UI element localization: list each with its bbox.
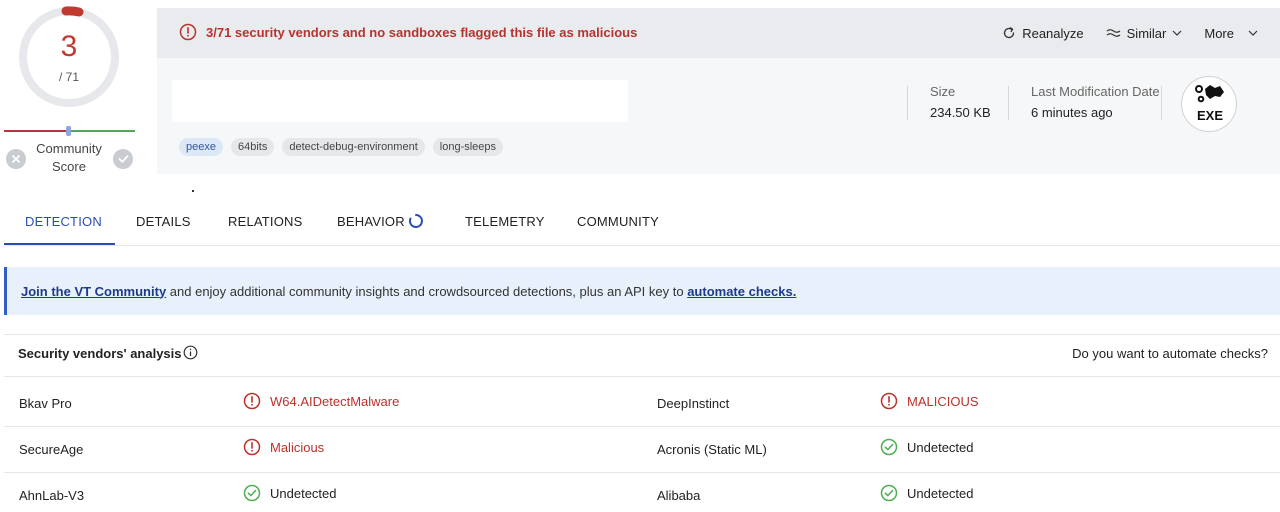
detection-score-widget: 3 / 71 Community Score <box>0 0 140 180</box>
reanalyze-label: Reanalyze <box>1022 25 1084 41</box>
vendor-result-label: Malicious <box>270 439 325 455</box>
vendor-result: W64.AIDetectMalware <box>243 392 399 410</box>
check-icon <box>118 155 128 163</box>
check-circle-icon <box>880 484 898 502</box>
similar-dropdown[interactable]: Similar <box>1106 26 1183 41</box>
detection-alert-bar: 3/71 security vendors and no sandboxes f… <box>157 8 1280 58</box>
more-label: More <box>1204 25 1234 41</box>
community-bar-knob <box>66 126 71 136</box>
vendor-result: Undetected <box>243 484 337 502</box>
similar-icon <box>1106 29 1121 37</box>
join-community-link[interactable]: Join the VT Community <box>21 284 166 299</box>
vendor-result-label: Undetected <box>907 439 974 455</box>
vendors-header: Security vendors' analysis Do you want t… <box>4 335 1280 377</box>
community-bar-malicious <box>4 130 68 132</box>
file-size: Size 234.50 KB <box>930 84 991 120</box>
vendor-result: Malicious <box>243 438 324 456</box>
vendor-name: Alibaba <box>657 488 701 503</box>
alert-circle-icon <box>243 438 261 456</box>
vendors-title: Security vendors' analysis <box>18 346 182 361</box>
file-type-icon: EXE <box>1181 76 1237 132</box>
tab-telemetry[interactable]: TELEMETRY <box>465 214 545 229</box>
info-icon[interactable] <box>183 345 198 360</box>
vendor-name: Bkav Pro <box>19 396 72 411</box>
vendor-result-label: MALICIOUS <box>907 393 979 409</box>
vote-malicious-button[interactable] <box>6 149 26 169</box>
vendor-name: DeepInstinct <box>657 396 730 411</box>
automate-checks-link[interactable]: automate checks. <box>687 284 796 299</box>
size-label: Size <box>930 84 956 99</box>
tab-bar: DETECTION DETAILS RELATIONS BEHAVIOR TEL… <box>4 200 1280 246</box>
alert-text: 3/71 security vendors and no sandboxes f… <box>206 25 638 40</box>
tab-detection[interactable]: DETECTION <box>25 214 102 229</box>
vendor-result: Undetected <box>880 438 974 456</box>
tab-details[interactable]: DETAILS <box>136 214 191 229</box>
mod-label: Last Modification Date <box>1031 84 1160 99</box>
tab-community[interactable]: COMMUNITY <box>577 214 659 229</box>
meta-divider <box>1161 86 1162 120</box>
more-dropdown[interactable]: More <box>1204 26 1258 41</box>
dot-marker <box>192 190 194 192</box>
tag-64bits[interactable]: 64bits <box>230 138 275 156</box>
vendor-name: Acronis (Static ML) <box>657 442 767 457</box>
vendor-result: MALICIOUS <box>880 392 979 410</box>
community-score-label: Community Score <box>36 141 102 174</box>
chevron-down-icon <box>1172 30 1182 36</box>
vendor-result: Undetected <box>880 484 974 502</box>
tab-behavior[interactable]: BEHAVIOR <box>337 214 405 229</box>
score-value: 3 <box>60 30 78 63</box>
active-tab-indicator <box>4 243 115 245</box>
alert-circle-icon <box>179 23 197 41</box>
chevron-down-icon <box>1248 30 1258 36</box>
size-value: 234.50 KB <box>930 105 991 120</box>
tag-long-sleeps[interactable]: long-sleeps <box>432 138 504 156</box>
file-actions: Reanalyze Similar More <box>1002 8 1280 58</box>
reanalyze-button[interactable]: Reanalyze <box>1002 25 1084 41</box>
vendor-result-label: W64.AIDetectMalware <box>270 393 400 409</box>
tag-peexe[interactable]: peexe <box>179 138 223 156</box>
vendor-rows: Bkav Pro W64.AIDetectMalware DeepInstinct M… <box>4 381 1280 512</box>
vendor-result-label: Undetected <box>907 485 974 501</box>
vendor-row: Bkav Pro W64.AIDetectMalware DeepInstinct M… <box>4 381 1280 427</box>
vendor-row: SecureAge Malicious Acronis (Static ML) Und… <box>4 427 1280 473</box>
check-circle-icon <box>880 438 898 456</box>
automate-checks-prompt[interactable]: Do you want to automate checks? <box>1072 346 1268 361</box>
tag-detect-debug-environment[interactable]: detect-debug-environment <box>282 138 425 156</box>
close-icon <box>12 155 20 163</box>
join-community-banner: Join the VT Community and enjoy addition… <box>4 267 1280 315</box>
community-bar-harmless <box>70 130 135 132</box>
similar-label: Similar <box>1126 25 1167 41</box>
vendors-analysis: Security vendors' analysis Do you want t… <box>4 334 1280 512</box>
file-tags: peexe 64bits detect-debug-environment lo… <box>179 138 504 156</box>
meta-divider <box>907 86 908 120</box>
vendor-result-label: Undetected <box>270 485 337 501</box>
banner-text: and enjoy additional community insights … <box>166 283 688 299</box>
vendor-name: AhnLab-V3 <box>19 488 85 503</box>
tab-relations[interactable]: RELATIONS <box>228 214 303 229</box>
meta-divider <box>1008 86 1009 120</box>
vendor-row: AhnLab-V3 Undetected Alibaba Undetected <box>4 473 1280 512</box>
file-header-panel: 3/71 security vendors and no sandboxes f… <box>157 8 1280 174</box>
alert-circle-icon <box>243 392 261 410</box>
check-circle-icon <box>243 484 261 502</box>
file-type-label: EXE <box>1196 108 1223 123</box>
vote-harmless-button[interactable] <box>113 149 133 169</box>
last-modification: Last Modification Date 6 minutes ago <box>1031 84 1160 120</box>
refresh-icon <box>1004 27 1015 39</box>
file-name-box <box>172 80 628 122</box>
score-total: / 71 <box>58 70 79 84</box>
mod-value: 6 minutes ago <box>1031 105 1113 120</box>
loading-spinner-icon <box>408 214 423 228</box>
vendor-name: SecureAge <box>19 442 84 457</box>
alert-circle-icon <box>880 392 898 410</box>
